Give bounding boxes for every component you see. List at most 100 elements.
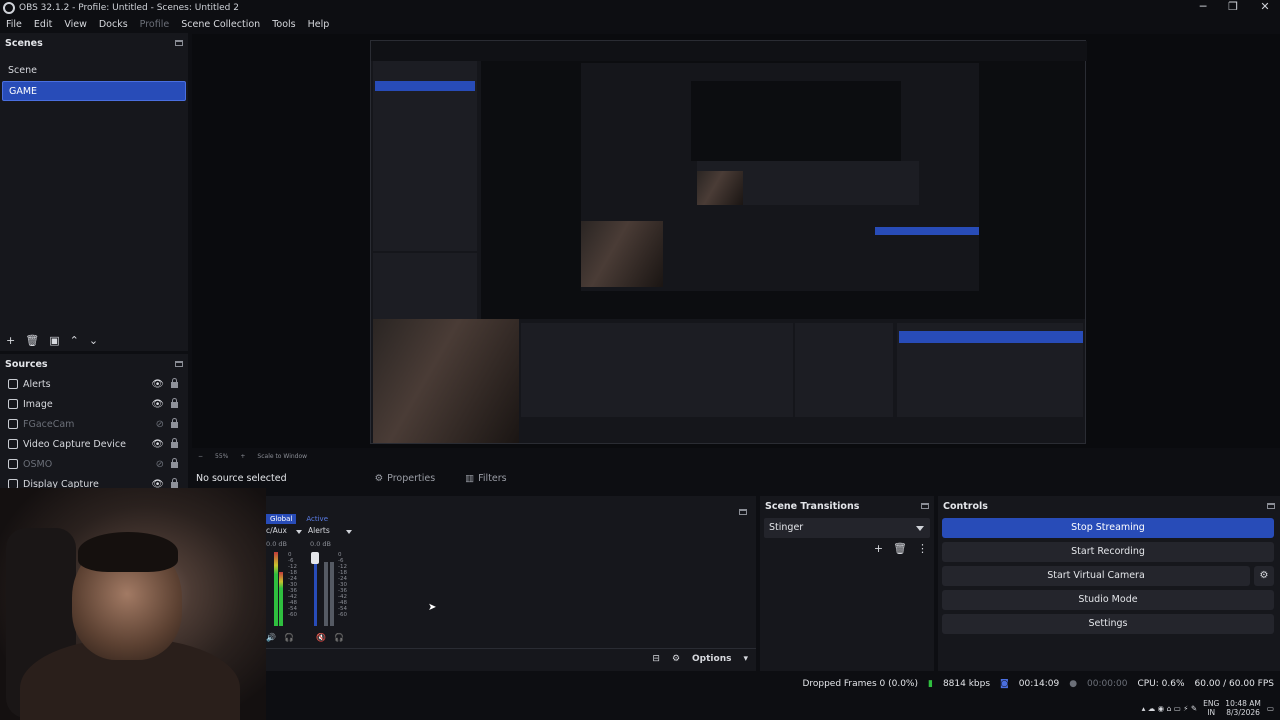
lock-icon[interactable] [171,378,178,388]
image-source-icon [8,399,18,409]
meter-scale: 0 -6 -12 -18 -24 -30 -36 -42 -48 -54 -60 [288,552,297,618]
lock-icon[interactable] [171,438,178,448]
clock[interactable]: 10:48 AM 8/3/2026 [1225,699,1261,717]
headphones-icon[interactable]: 🎧 [284,633,294,642]
mixer-layout-icon[interactable]: ⊟ [652,654,660,664]
scale-mode-select[interactable]: Scale to Window [257,453,307,460]
volume-meter [324,562,328,626]
headphones-icon[interactable]: 🎧 [334,633,344,642]
menu-bar: File Edit View Docks Profile Scene Colle… [0,16,1280,32]
zoom-out-icon[interactable]: − [198,453,203,460]
eye-icon[interactable]: 👁 [151,379,164,390]
source-item-osmo[interactable]: OSMO ⊘ [0,454,188,474]
source-label: OSMO [23,458,53,470]
camera-source-icon [8,459,18,469]
scene-item-scene[interactable]: Scene [2,61,186,81]
properties-button[interactable]: ⚙ Properties [367,469,444,488]
add-scene-icon[interactable]: + [6,334,15,347]
filters-button[interactable]: ▥ Filters [457,469,514,488]
gear-icon[interactable]: ⚙ [1254,566,1274,586]
lock-icon[interactable] [171,398,178,408]
zoom-in-icon[interactable]: + [240,453,245,460]
browser-source-icon [8,379,18,389]
stream-icon: ◙ [1000,679,1009,689]
menu-tools[interactable]: Tools [266,19,301,30]
add-transition-icon[interactable]: + [874,542,883,555]
chevron-down-icon[interactable] [346,530,352,537]
restore-button[interactable]: ❐ [1218,0,1248,16]
undock-icon[interactable] [921,503,929,509]
window-title: OBS 32.1.2 - Profile: Untitled - Scenes:… [19,3,239,13]
volume-meter [279,572,283,626]
lock-icon[interactable] [171,458,178,468]
mixer-channel-name: c/Aux [266,526,287,535]
studio-mode-button[interactable]: Studio Mode [942,590,1274,610]
menu-file[interactable]: File [0,19,28,30]
no-source-label: No source selected [196,472,287,484]
remove-scene-icon[interactable]: 🗑 [25,334,39,347]
filters-label: Filters [478,472,507,484]
source-item-alerts[interactable]: Alerts 👁 [0,374,188,394]
menu-docks[interactable]: Docks [93,19,134,30]
mixer-db: 0.0 dB [310,540,331,548]
stop-streaming-button[interactable]: Stop Streaming [942,518,1274,538]
more-options-icon[interactable]: ⋮ [917,542,928,555]
menu-view[interactable]: View [58,19,93,30]
eye-hidden-icon[interactable]: ⊘ [156,419,164,430]
tray-icons[interactable]: ▴ ☁ ◉ ⌂ ▭ ⚡ ✎ [1142,704,1198,713]
menu-help[interactable]: Help [302,19,336,30]
move-down-icon[interactable]: ⌄ [89,334,98,347]
source-label: FGaceCam [23,418,75,430]
source-item-image[interactable]: Image 👁 [0,394,188,414]
filter-icon: ▥ [465,472,475,484]
advanced-audio-icon[interactable]: ⚙ [672,654,680,664]
move-up-icon[interactable]: ⌃ [70,334,79,347]
scenes-dock: Scenes Scene GAME [0,33,188,351]
volume-meter [330,562,334,626]
transition-select[interactable]: Stinger [764,518,930,538]
input-language[interactable]: ENG IN [1203,699,1219,717]
chevron-down-icon[interactable] [296,530,302,537]
menu-scene-collection[interactable]: Scene Collection [175,19,266,30]
webcam-overlay [0,488,266,720]
muted-speaker-icon[interactable]: 🔇 [316,633,326,642]
mixer-tab-global[interactable]: Global [266,514,297,524]
undock-icon[interactable] [1267,503,1275,509]
start-virtual-camera-button[interactable]: Start Virtual Camera [942,566,1250,586]
sources-header: Sources [0,354,188,374]
meter-scale: 0 -6 -12 -18 -24 -30 -36 -42 -48 -54 -60 [338,552,347,618]
properties-label: Properties [387,472,436,484]
eye-icon[interactable]: 👁 [151,399,164,410]
menu-profile[interactable]: Profile [134,19,176,30]
lock-icon[interactable] [171,418,178,428]
cpu-usage: CPU: 0.6% [1137,679,1185,689]
eye-hidden-icon[interactable]: ⊘ [156,459,164,470]
menu-edit[interactable]: Edit [28,19,58,30]
nested-obs-capture [370,40,1087,444]
source-item-video-capture[interactable]: Video Capture Device 👁 [0,434,188,454]
start-recording-button[interactable]: Start Recording [942,542,1274,562]
scene-item-game[interactable]: GAME [2,81,186,101]
dropped-frames: Dropped Frames 0 (0.0%) [802,679,918,689]
scene-filters-icon[interactable]: ▣ [49,334,59,347]
undock-icon[interactable] [175,40,183,46]
audio-mixer-dock: Global Active c/Aux Alerts 0.0 dB 0.0 dB… [266,496,756,671]
notification-icon[interactable]: ▭ [1267,704,1274,713]
remove-transition-icon[interactable]: 🗑 [893,542,907,555]
mixer-options-button[interactable]: Options [692,654,731,664]
eye-icon[interactable]: 👁 [151,439,164,450]
source-item-fgacecam[interactable]: FGaceCam ⊘ [0,414,188,434]
controls-title: Controls [943,500,988,512]
settings-button[interactable]: Settings [942,614,1274,634]
sources-title: Sources [5,358,48,370]
speaker-icon[interactable]: 🔊 [266,633,276,642]
preview-zoom-bar: − 55% + Scale to Window [192,450,752,462]
minimize-button[interactable]: ─ [1188,0,1218,16]
undock-icon[interactable] [739,509,747,515]
chevron-down-icon[interactable]: ▾ [743,654,748,664]
undock-icon[interactable] [175,361,183,367]
volume-slider-handle[interactable] [311,552,319,564]
mixer-tab-active[interactable]: Active [296,514,338,524]
preview-canvas[interactable] [192,34,1280,448]
close-button[interactable]: ✕ [1250,0,1280,16]
